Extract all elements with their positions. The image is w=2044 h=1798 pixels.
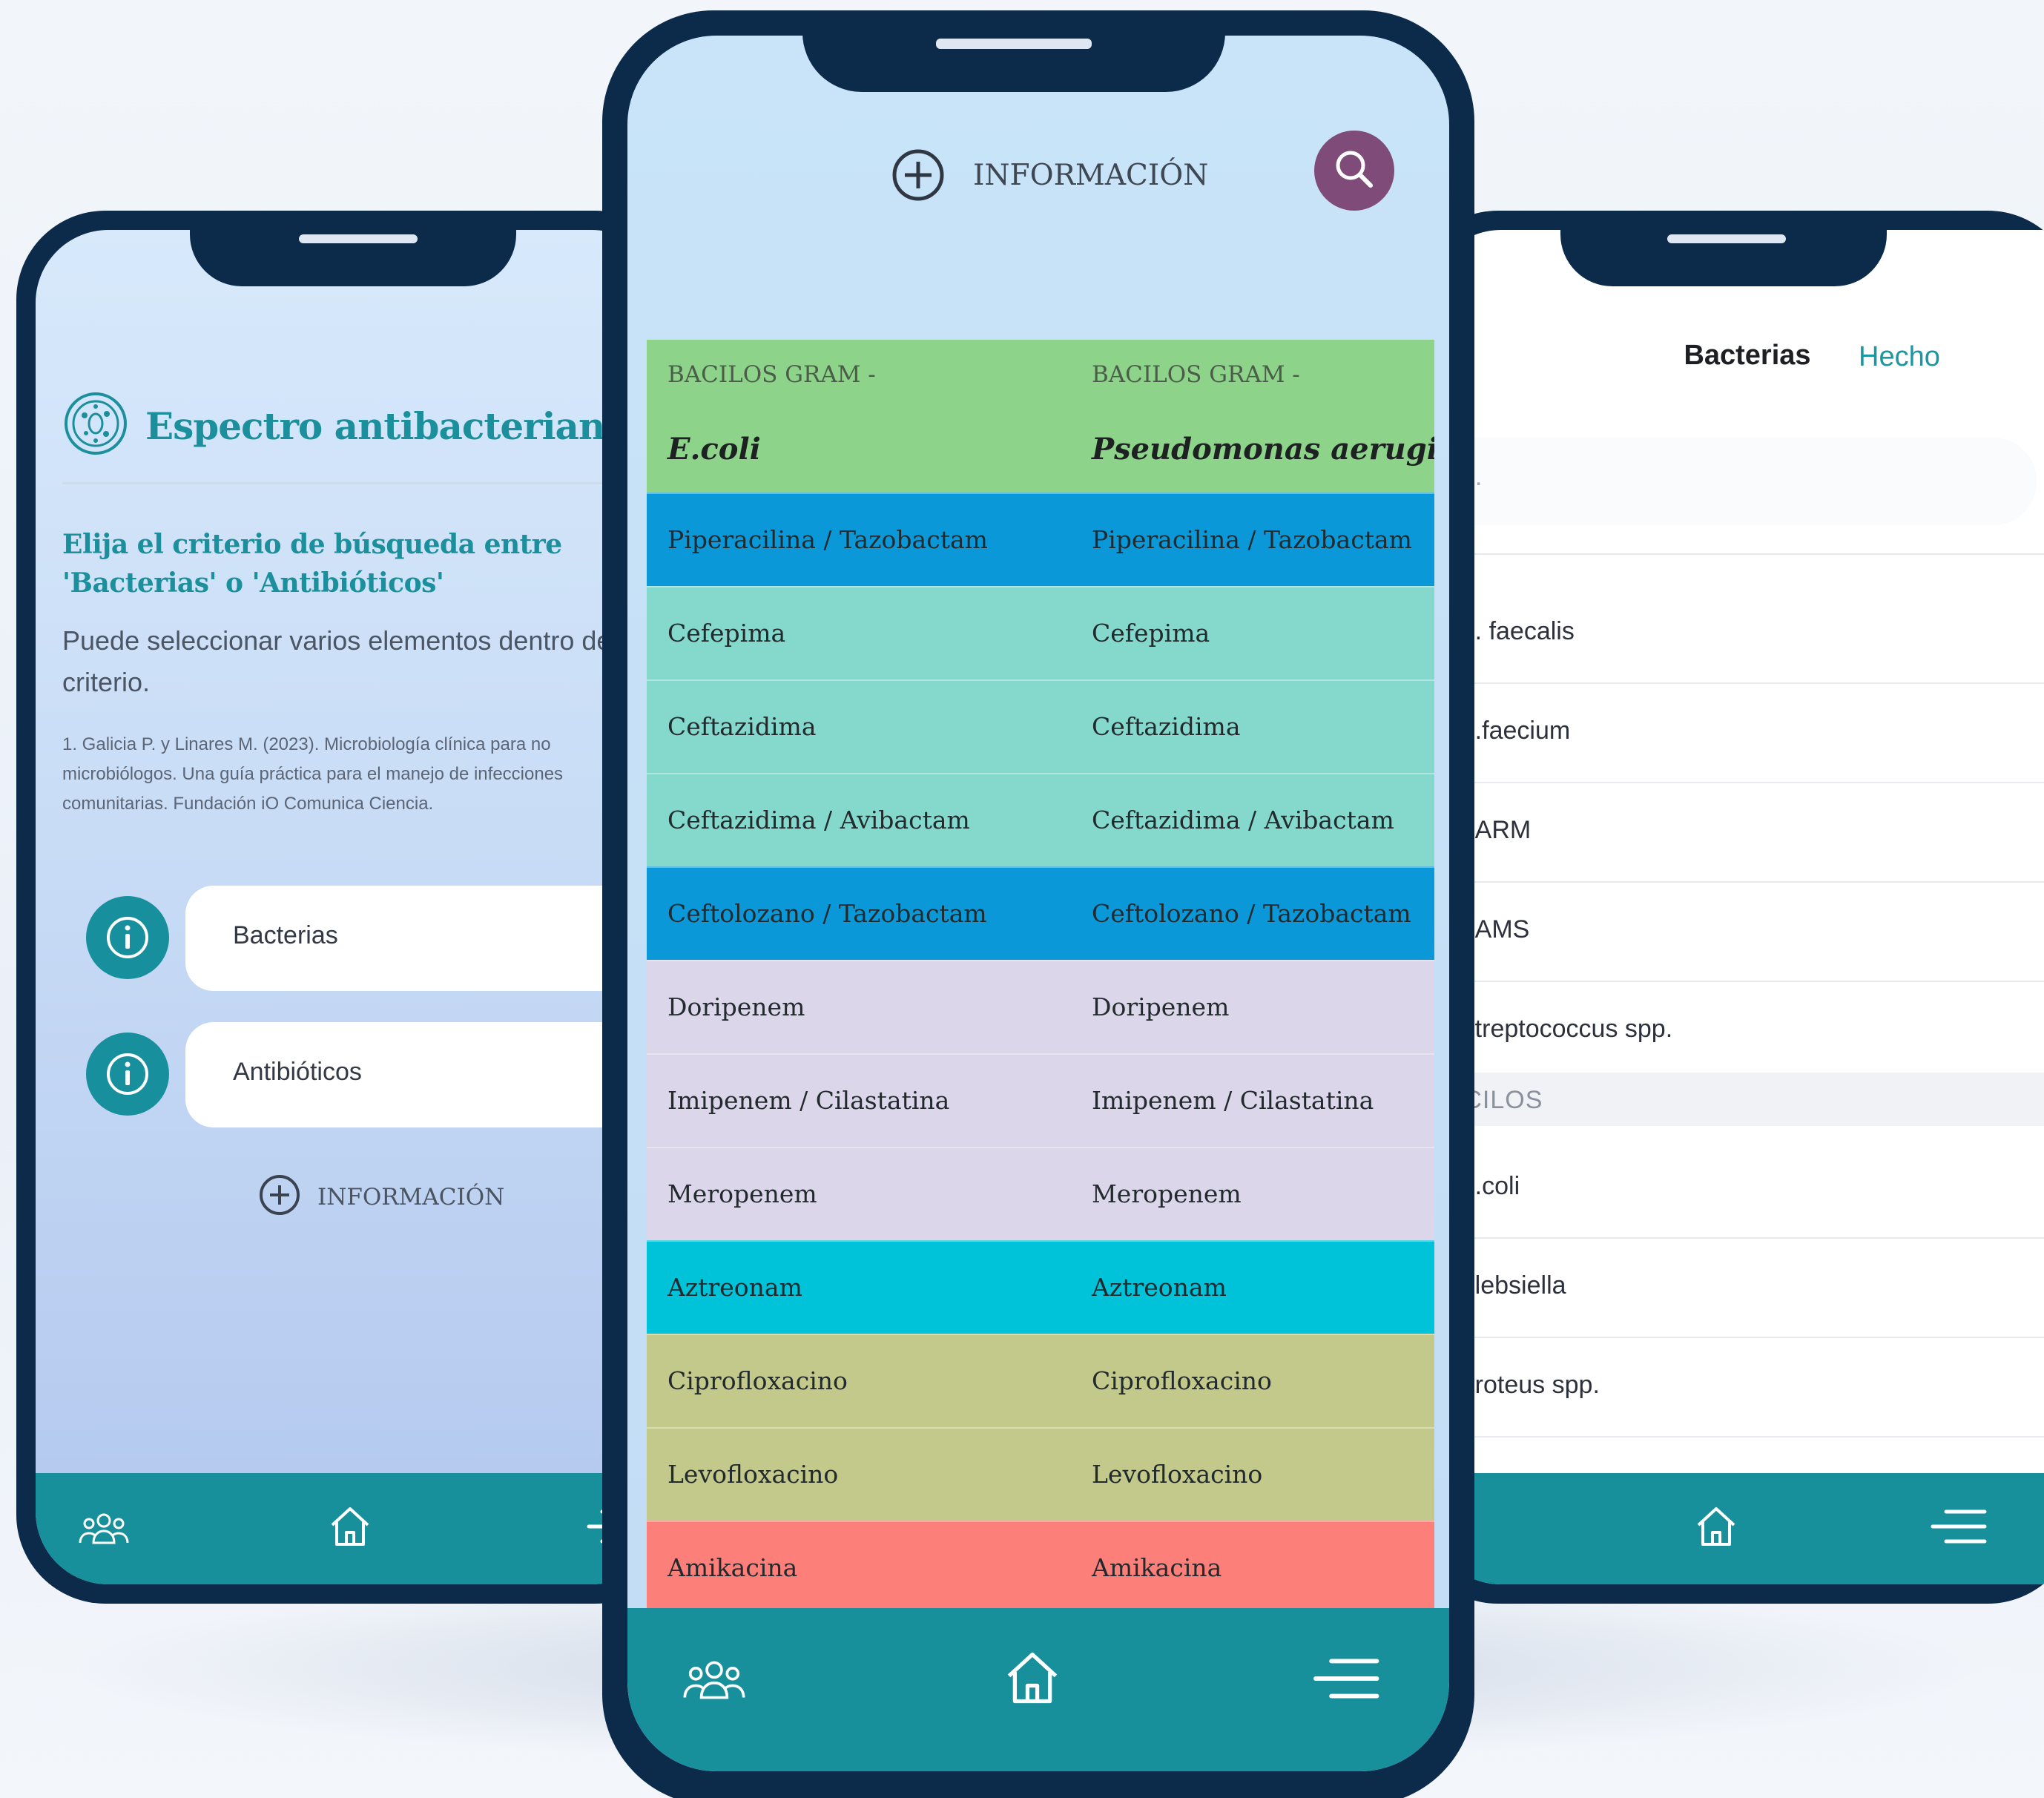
antibiotic-cell: Aztreonam (667, 1273, 802, 1302)
phone-notch (1560, 211, 1887, 286)
people-icon[interactable] (681, 1657, 748, 1703)
antibiotic-cell: Piperacilina / Tazobactam (667, 525, 988, 554)
table-row[interactable]: Imipenem / Cilastatina Imipenem / Cilasta… (647, 1053, 1434, 1147)
done-button[interactable]: Hecho (1859, 341, 1940, 373)
plus-circle-icon (892, 149, 944, 201)
table-header: BACILOS GRAM - E.coli BACILOS GRAM - Pse… (647, 340, 1434, 493)
antibiotic-cell: Levofloxacino (667, 1460, 839, 1489)
menu-icon[interactable] (1928, 1506, 1988, 1547)
table-row[interactable]: Amikacina Amikacina (647, 1521, 1434, 1614)
info-icon[interactable] (86, 896, 169, 979)
home-icon[interactable] (1001, 1647, 1064, 1709)
antibiotic-cell: Meropenem (1092, 1179, 1242, 1208)
info-link[interactable]: INFORMACIÓN (890, 147, 1231, 203)
list-item[interactable]: E.faecium (1458, 685, 2044, 783)
table-row[interactable]: Ceftazidima / Avibactam Ceftazidima / Avi… (647, 773, 1434, 866)
table-row[interactable]: Ciprofloxacino Ciprofloxacino (647, 1334, 1434, 1427)
antibiotic-cell: Amikacina (1092, 1553, 1222, 1582)
antibiotic-cell: Aztreonam (1092, 1273, 1227, 1302)
phone-notch (190, 211, 516, 286)
table-row[interactable]: Ceftazidima Ceftazidima (647, 679, 1434, 773)
center-phone: INFORMACIÓN BACILOS GRAM - E.coli BACILO… (602, 10, 1474, 1798)
list-item[interactable]: SAMS (1458, 884, 2044, 982)
antibiotic-cell: Imipenem / Cilastatina (667, 1086, 950, 1115)
column-group-label: BACILOS GRAM - (1092, 361, 1300, 388)
table-row[interactable]: Piperacilina / Tazobactam Piperacilina / … (647, 493, 1434, 586)
right-screen: Bacterias Hecho ... E. faecalis E.faeciu… (1428, 230, 2044, 1584)
info-label: INFORMACIÓN (317, 1184, 505, 1211)
antibiotic-cell: Imipenem / Cilastatina (1092, 1086, 1374, 1115)
list-item[interactable]: Proteus spp. (1458, 1340, 2044, 1438)
people-icon[interactable] (77, 1510, 131, 1547)
antibiotic-cell: Piperacilina / Tazobactam (1092, 525, 1412, 554)
right-phone: Bacterias Hecho ... E. faecalis E.faeciu… (1409, 211, 2044, 1604)
speaker (936, 39, 1092, 49)
antibiotic-cell: Ciprofloxacino (667, 1366, 848, 1395)
table-row[interactable]: Aztreonam Aztreonam (647, 1240, 1434, 1334)
instruction-heading: Elija el criterio de búsqueda entre 'Bac… (62, 529, 562, 599)
plus-circle-icon (260, 1175, 300, 1215)
table-row[interactable]: Doripenem Doripenem (647, 960, 1434, 1053)
page-title: Espectro antibacteriano1 (145, 404, 638, 448)
info-link[interactable]: INFORMACIÓN (258, 1173, 570, 1218)
antibiotic-cell: Doripenem (1092, 992, 1230, 1021)
antibiotic-cell: Ceftazidima (1092, 712, 1241, 741)
left-screen: Espectro antibacteriano1 Elija el criter… (36, 230, 665, 1584)
antibiotic-cell: Ceftolozano / Tazobactam (1092, 899, 1411, 928)
option-bacterias[interactable]: Bacterias › (185, 886, 665, 991)
speaker (299, 234, 418, 243)
antibiotic-cell: Cefepima (667, 619, 786, 648)
divider (62, 482, 665, 484)
table-row[interactable]: Ceftolozano / Tazobactam Ceftolozano / Ta… (647, 866, 1434, 960)
search-input[interactable]: ... (1428, 438, 2037, 525)
speaker (1667, 234, 1786, 243)
column-bacteria-name: E.coli (667, 432, 761, 467)
center-screen: INFORMACIÓN BACILOS GRAM - E.coli BACILO… (627, 36, 1449, 1771)
antibiotic-cell: Ciprofloxacino (1092, 1366, 1272, 1395)
list-item[interactable]: Streptococcus spp. (1458, 984, 2044, 1081)
phone-notch (802, 10, 1225, 92)
list-item[interactable]: E.coli (1458, 1141, 2044, 1239)
option-label: Bacterias (233, 921, 338, 949)
modal-title: Bacterias (1684, 340, 1811, 371)
antibiotic-cell: Ceftazidima / Avibactam (1092, 806, 1394, 834)
instruction-text: Puede seleccionar varios elementos dentr… (62, 625, 618, 697)
menu-icon[interactable] (1310, 1654, 1381, 1703)
home-icon[interactable] (326, 1503, 374, 1550)
bacteria-logo-icon (65, 392, 127, 455)
table-row[interactable]: Levofloxacino Levofloxacino (647, 1427, 1434, 1521)
info-label: INFORMACIÓN (973, 159, 1209, 192)
option-antibioticos[interactable]: Antibióticos › (185, 1022, 665, 1127)
antibiotic-cell: Ceftolozano / Tazobactam (667, 899, 987, 928)
home-icon[interactable] (1692, 1503, 1740, 1550)
divider (1428, 553, 2044, 555)
column-bacteria-name: Pseudomonas aeruginosa (1092, 432, 1434, 467)
column-group-label: BACILOS GRAM - (667, 361, 876, 388)
antibiotic-cell: Cefepima (1092, 619, 1210, 648)
antibiotic-cell: Amikacina (667, 1553, 798, 1582)
tab-bar (627, 1608, 1449, 1771)
antibiotic-cell: Meropenem (667, 1179, 817, 1208)
left-phone: Espectro antibacteriano1 Elija el criter… (16, 211, 684, 1604)
antibiotic-cell: Ceftazidima / Avibactam (667, 806, 970, 834)
antibiotic-cell: Levofloxacino (1092, 1460, 1263, 1489)
tab-bar (36, 1473, 665, 1584)
antibiotic-table: BACILOS GRAM - E.coli BACILOS GRAM - Pse… (647, 340, 1434, 1638)
info-icon[interactable] (86, 1033, 169, 1116)
tab-bar (1428, 1473, 2044, 1584)
list-item[interactable]: E. faecalis (1458, 586, 2044, 684)
search-button[interactable] (1314, 131, 1394, 211)
table-row[interactable]: Meropenem Meropenem (647, 1147, 1434, 1240)
list-item[interactable]: Klebsiella (1458, 1240, 2044, 1338)
list-item[interactable]: SARM (1458, 785, 2044, 883)
table-row[interactable]: Cefepima Cefepima (647, 586, 1434, 679)
antibiotic-cell: Ceftazidima (667, 712, 817, 741)
antibiotic-cell: Doripenem (667, 992, 805, 1021)
reference-note: 1. Galicia P. y Linares M. (2023). Micro… (62, 734, 564, 814)
search-icon (1336, 151, 1373, 188)
section-header: BACILOS (1428, 1073, 2044, 1126)
option-label: Antibióticos (233, 1058, 362, 1086)
